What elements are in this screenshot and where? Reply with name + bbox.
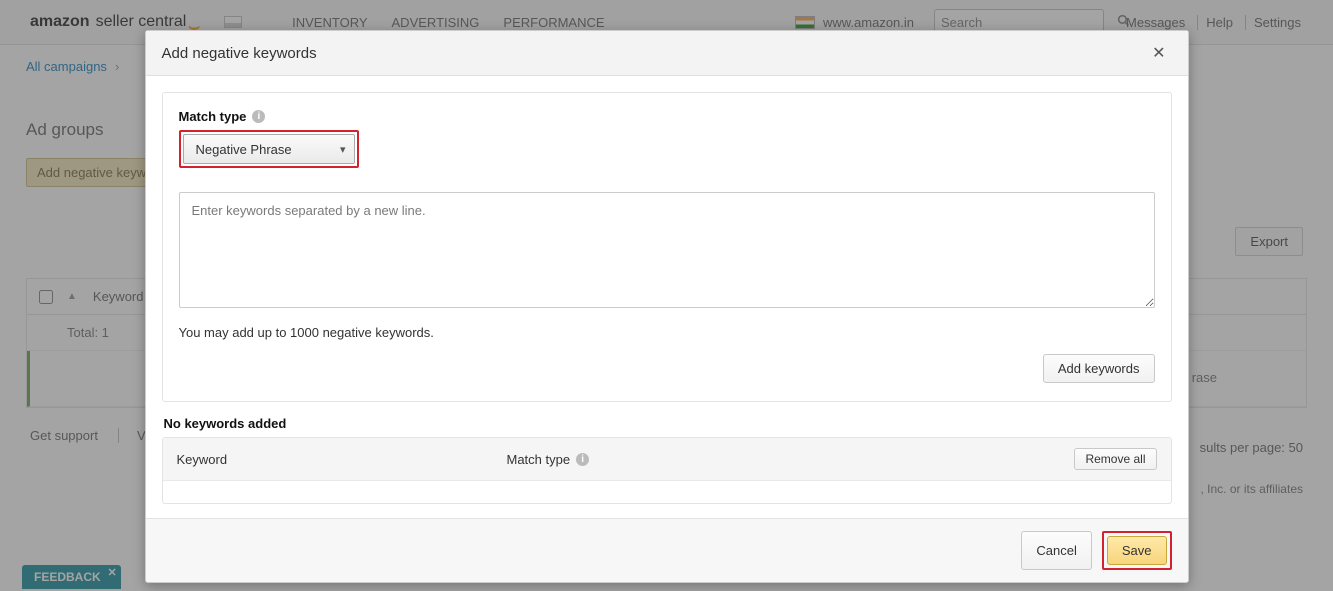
add-negative-keywords-modal: Add negative keywords ✕ Match type i Neg… (145, 30, 1189, 583)
info-icon[interactable]: i (252, 110, 265, 123)
match-type-highlight: Negative Phrase ▾ (179, 130, 359, 168)
added-keywords-body (163, 481, 1171, 503)
modal-header: Add negative keywords ✕ (146, 31, 1188, 76)
modal-close-button[interactable]: ✕ (1146, 41, 1171, 65)
match-type-value: Negative Phrase (192, 142, 340, 157)
match-type-select[interactable]: Negative Phrase ▾ (183, 134, 355, 164)
remove-all-button[interactable]: Remove all (1074, 448, 1156, 470)
column-keyword: Keyword (177, 452, 507, 467)
column-match-type: Match type i (507, 452, 1075, 467)
save-button-highlight: Save (1102, 531, 1172, 570)
info-icon[interactable]: i (576, 453, 589, 466)
added-keywords-table: Keyword Match type i Remove all (162, 437, 1172, 504)
added-keywords-header: Keyword Match type i Remove all (163, 438, 1171, 481)
keywords-textarea[interactable] (179, 192, 1155, 308)
match-type-label: Match type (179, 109, 247, 124)
keywords-hint: You may add up to 1000 negative keywords… (179, 325, 1155, 340)
keywords-entry-panel: Match type i Negative Phrase ▾ You may a… (162, 92, 1172, 402)
cancel-button[interactable]: Cancel (1021, 531, 1091, 570)
modal-overlay: Add negative keywords ✕ Match type i Neg… (0, 0, 1333, 591)
chevron-down-icon: ▾ (340, 143, 346, 156)
save-button[interactable]: Save (1107, 536, 1167, 565)
modal-title: Add negative keywords (162, 45, 317, 62)
match-type-label-row: Match type i (179, 109, 1155, 124)
modal-footer: Cancel Save (146, 518, 1188, 582)
no-keywords-heading: No keywords added (164, 416, 1170, 431)
add-keywords-button[interactable]: Add keywords (1043, 354, 1155, 383)
